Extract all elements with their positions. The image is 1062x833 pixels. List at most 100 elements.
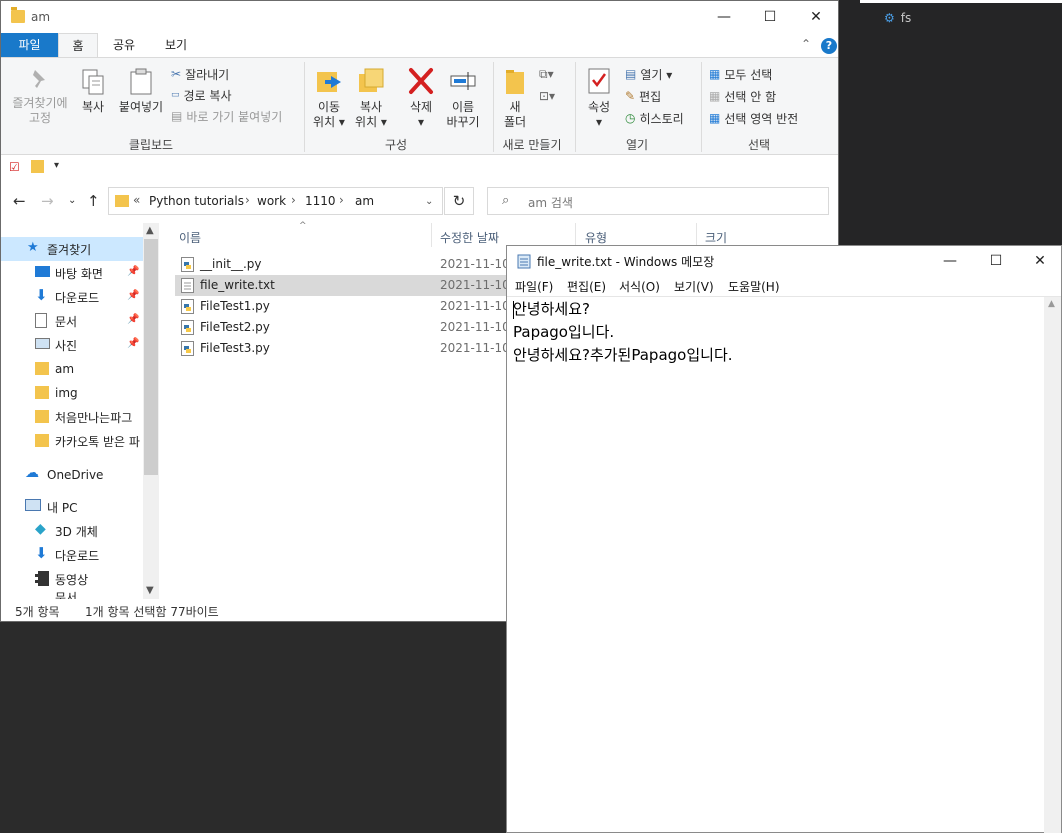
nav-folder-am[interactable]: am	[1, 357, 143, 381]
properties-button[interactable]: 속성 ▾	[581, 66, 617, 130]
file-row[interactable]: FileTest1.py 2021-11-10	[175, 296, 515, 317]
column-header-modified[interactable]: 수정한 날짜	[440, 229, 499, 246]
select-all-icon: ▦	[709, 67, 721, 81]
scrollbar-thumb[interactable]	[144, 239, 158, 475]
notepad-scrollbar[interactable]: ▲	[1044, 297, 1061, 833]
notepad-text-area[interactable]: 안녕하세요? Papago입니다. 안녕하세요?추가된Papago입니다. ▲	[507, 296, 1061, 833]
nav-onedrive[interactable]: ☁ OneDrive	[1, 463, 143, 487]
scroll-up-icon[interactable]: ▲	[1048, 299, 1055, 309]
nav-videos[interactable]: 동영상	[1, 567, 143, 591]
up-arrow-icon[interactable]: ↑	[87, 192, 100, 210]
paste-button[interactable]: 붙여넣기	[115, 68, 167, 115]
tab-home[interactable]: 홈	[58, 33, 98, 57]
new-item-button[interactable]: ⧉▾	[539, 64, 554, 84]
maximize-button[interactable]: ☐	[747, 1, 793, 33]
new-folder-button[interactable]: 새 폴더	[499, 66, 531, 130]
pin-quick-access-button[interactable]: 즐겨찾기에 고정	[7, 68, 73, 126]
file-row[interactable]: FileTest2.py 2021-11-10	[175, 317, 515, 338]
file-row[interactable]: __init__.py 2021-11-10	[175, 254, 515, 275]
refresh-button[interactable]: ↻	[444, 187, 474, 215]
menu-help[interactable]: 도움말(H)	[728, 278, 780, 295]
menu-file[interactable]: 파일(F)	[515, 278, 553, 295]
breadcrumb-chevron-icon[interactable]: ›	[245, 193, 250, 207]
menu-view[interactable]: 보기(V)	[674, 278, 714, 295]
column-header-size[interactable]: 크기	[705, 229, 727, 246]
copy-button[interactable]: 복사	[77, 68, 109, 115]
recent-locations-icon[interactable]: ⌄	[68, 195, 76, 206]
copy-path-button[interactable]: ▭ 경로 복사	[171, 85, 232, 105]
nav-documents[interactable]: 문서 📌	[1, 309, 143, 333]
easy-access-button[interactable]: ⊡▾	[539, 86, 555, 106]
tab-file[interactable]: 파일	[1, 33, 58, 57]
file-row-selected[interactable]: file_write.txt 2021-11-10	[175, 275, 515, 296]
nav-scrollbar[interactable]: ▲ ▼	[143, 223, 159, 599]
properties-check-icon[interactable]: ☑	[9, 160, 20, 174]
nav-folder-img[interactable]: img	[1, 381, 143, 405]
history-button[interactable]: ◷ 히스토리	[625, 108, 684, 128]
notepad-titlebar[interactable]: file_write.txt - Windows 메모장 — ☐ ✕	[507, 246, 1061, 276]
search-input[interactable]: ⌕ am 검색	[487, 187, 829, 215]
explorer-titlebar[interactable]: am — ☐ ✕	[1, 1, 838, 33]
column-header-type[interactable]: 유형	[585, 229, 607, 246]
nav-pictures[interactable]: 사진 📌	[1, 333, 143, 357]
nav-desktop[interactable]: 바탕 화면 📌	[1, 261, 143, 285]
column-separator[interactable]	[431, 223, 432, 247]
close-button[interactable]: ✕	[1017, 246, 1062, 276]
forward-arrow-icon[interactable]: →	[41, 192, 54, 210]
nav-this-pc[interactable]: 내 PC	[1, 495, 143, 519]
move-to-button[interactable]: 이동 위치 ▾	[309, 66, 349, 130]
nav-pc-downloads[interactable]: ⬇ 다운로드	[1, 543, 143, 567]
back-arrow-icon[interactable]: ←	[13, 192, 26, 210]
menu-edit[interactable]: 편집(E)	[567, 278, 606, 295]
breadcrumb-am[interactable]: am	[355, 194, 374, 208]
nav-quick-access[interactable]: ★ 즐겨찾기	[1, 237, 143, 261]
help-icon[interactable]: ?	[821, 38, 837, 54]
background-app-item[interactable]: ⚙ fs	[884, 11, 911, 25]
minimize-button[interactable]: —	[701, 1, 747, 33]
scroll-down-icon[interactable]: ▼	[146, 585, 154, 596]
address-bar[interactable]: « Python tutorials › work › 1110 › am ⌄	[108, 187, 443, 215]
maximize-button[interactable]: ☐	[973, 246, 1019, 276]
invert-selection-button[interactable]: ▦ 선택 영역 반전	[709, 108, 798, 128]
breadcrumb-chevron-icon[interactable]: ›	[291, 193, 296, 207]
breadcrumb-work[interactable]: work	[257, 194, 286, 208]
nav-downloads[interactable]: ⬇ 다운로드 📌	[1, 285, 143, 309]
column-separator[interactable]	[696, 223, 697, 247]
tab-share[interactable]: 공유	[101, 33, 147, 57]
nav-folder-first-meet[interactable]: 처음만나는파그	[1, 405, 143, 429]
file-row[interactable]: FileTest3.py 2021-11-10	[175, 338, 515, 359]
rename-button[interactable]: 이름 바꾸기	[443, 66, 483, 130]
copy-to-button[interactable]: 복사 위치 ▾	[351, 66, 391, 130]
pin-icon: 📌	[127, 338, 140, 349]
edit-button[interactable]: ✎ 편집	[625, 86, 661, 106]
close-button[interactable]: ✕	[793, 1, 839, 33]
breadcrumb-1110[interactable]: 1110	[305, 194, 336, 208]
ribbon-separator	[701, 62, 702, 152]
customize-toolbar-icon[interactable]: ▾	[54, 160, 59, 171]
nav-3d-objects[interactable]: ◆ 3D 개체	[1, 519, 143, 543]
collapse-ribbon-icon[interactable]: ⌃	[801, 37, 811, 51]
address-dropdown-icon[interactable]: ⌄	[425, 196, 433, 207]
new-folder-small-icon[interactable]	[31, 160, 44, 173]
open-button[interactable]: ▤ 열기 ▾	[625, 64, 672, 84]
breadcrumb-python-tutorials[interactable]: Python tutorials	[149, 194, 244, 208]
column-separator[interactable]	[575, 223, 576, 247]
minimize-button[interactable]: —	[927, 246, 973, 276]
delete-button[interactable]: 삭제 ▾	[403, 66, 439, 130]
select-all-button[interactable]: ▦ 모두 선택	[709, 64, 772, 84]
column-header-name[interactable]: 이름	[179, 229, 201, 246]
invert-selection-icon: ▦	[709, 111, 721, 125]
scroll-up-icon[interactable]: ▲	[146, 225, 154, 236]
document-icon	[35, 313, 47, 328]
nav-folder-kakaotalk[interactable]: 카카오톡 받은 파	[1, 429, 143, 453]
breadcrumb-chevron-icon[interactable]: ›	[339, 193, 344, 207]
breadcrumb-overflow[interactable]: «	[133, 193, 140, 207]
folder-icon	[11, 7, 25, 23]
menu-format[interactable]: 서식(O)	[619, 278, 660, 295]
select-none-button[interactable]: ▦ 선택 안 함	[709, 86, 776, 106]
nav-pc-documents[interactable]: 문서	[1, 589, 143, 599]
paste-shortcut-button[interactable]: ▤ 바로 가기 붙여넣기	[171, 106, 282, 126]
tab-view[interactable]: 보기	[153, 33, 199, 57]
cut-button[interactable]: ✂ 잘라내기	[171, 64, 229, 84]
refresh-icon: ↻	[452, 192, 466, 210]
